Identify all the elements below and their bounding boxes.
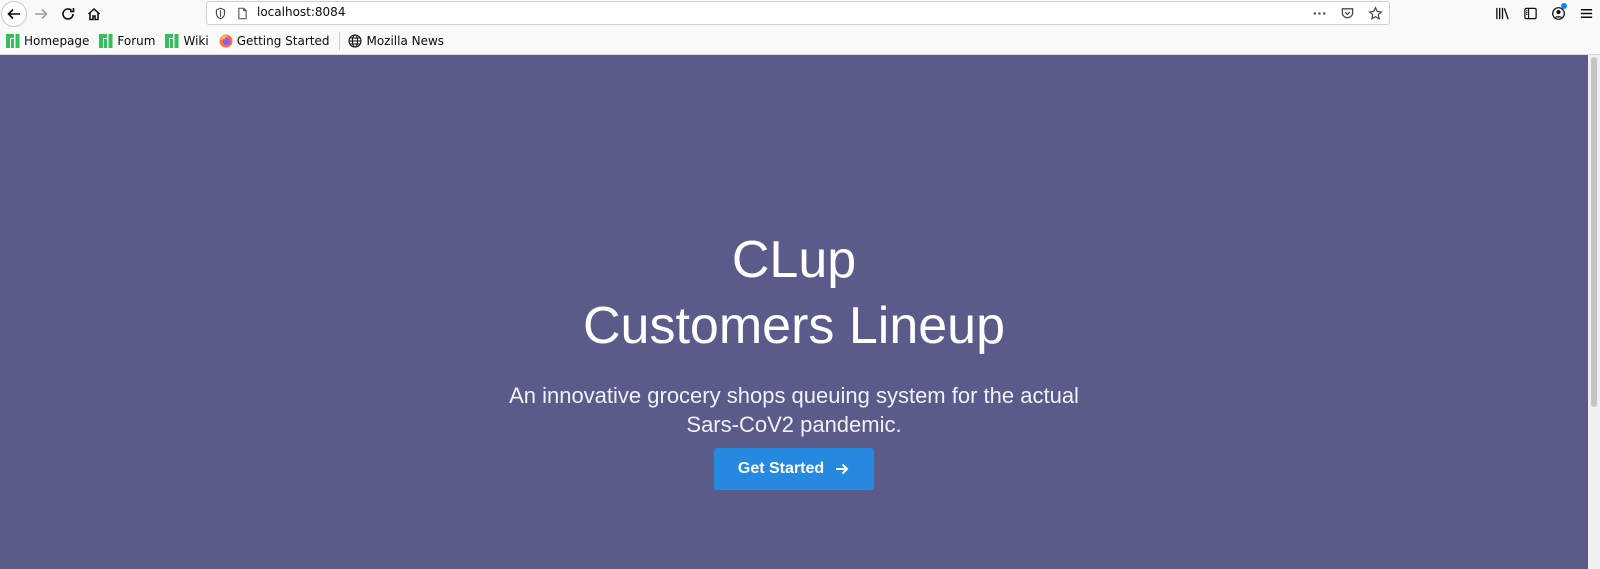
page-actions-icon[interactable] [1311, 5, 1327, 21]
page-title: CLup Customers Lineup [0, 227, 1588, 359]
scrollbar-thumb[interactable] [1591, 57, 1597, 407]
firefox-icon [219, 34, 233, 48]
back-button[interactable] [1, 1, 27, 27]
account-icon[interactable] [1550, 3, 1567, 21]
manjaro-icon [165, 34, 179, 48]
browser-toolbar: localhost:8084 [0, 0, 1600, 28]
hero-subtitle: An innovative grocery shops queuing syst… [0, 381, 1588, 439]
arrow-right-icon [35, 8, 48, 20]
library-icon[interactable] [1494, 5, 1510, 21]
arrow-right-icon [836, 463, 849, 475]
reload-button[interactable] [57, 3, 79, 25]
reload-icon [62, 8, 75, 20]
subtitle-line-1: An innovative grocery shops queuing syst… [509, 383, 1079, 408]
notification-dot [1561, 3, 1567, 9]
bookmark-wiki[interactable]: Wiki [165, 31, 209, 51]
home-button[interactable] [83, 3, 105, 25]
get-started-button[interactable]: Get Started [714, 448, 874, 490]
sidebar-icon[interactable] [1522, 5, 1538, 21]
get-started-label: Get Started [737, 460, 825, 477]
page-viewport: CLup Customers Lineup An innovative groc… [0, 55, 1600, 569]
home-icon [87, 7, 101, 21]
arrow-left-icon [7, 8, 20, 20]
title-line-1: CLup [731, 231, 857, 289]
bookmark-homepage[interactable]: Homepage [6, 31, 89, 51]
bookmark-getting-started[interactable]: Getting Started [219, 31, 329, 51]
manjaro-icon [99, 34, 113, 48]
pocket-icon[interactable] [1339, 5, 1355, 21]
globe-icon [348, 34, 363, 48]
bookmark-forum[interactable]: Forum [99, 31, 155, 51]
star-icon[interactable] [1367, 5, 1383, 21]
url-text[interactable]: localhost:8084 [257, 5, 345, 19]
menu-icon[interactable] [1578, 5, 1594, 21]
url-bar[interactable]: localhost:8084 [206, 1, 1390, 25]
forward-button[interactable] [30, 3, 52, 25]
page-icon[interactable] [235, 6, 249, 20]
bookmarks-bar: Homepage Forum Wiki Getting Started Mozi… [0, 28, 1600, 55]
title-line-2: Customers Lineup [583, 297, 1005, 355]
vertical-scrollbar[interactable] [1588, 55, 1600, 569]
bookmark-separator [339, 32, 341, 50]
shield-icon[interactable] [213, 6, 227, 20]
hero-section: CLup Customers Lineup An innovative groc… [0, 55, 1588, 569]
bookmark-mozilla-news[interactable]: Mozilla News [348, 31, 444, 51]
subtitle-line-2: Sars-CoV2 pandemic. [686, 412, 902, 437]
manjaro-icon [6, 34, 20, 48]
